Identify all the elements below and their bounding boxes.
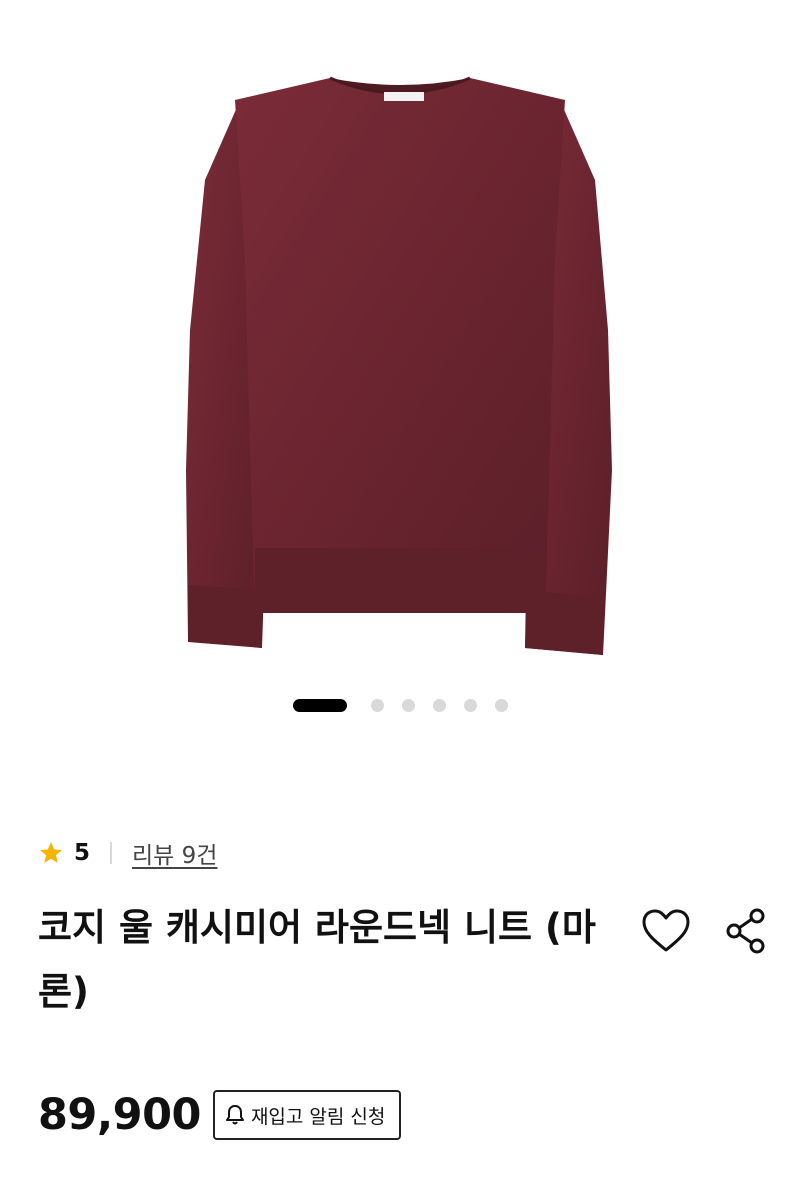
product-image[interactable]: [0, 0, 800, 690]
heart-icon: [642, 909, 690, 952]
share-button[interactable]: [720, 905, 772, 957]
neck-label: [384, 92, 424, 101]
pager-dot[interactable]: [370, 698, 384, 712]
price: 89,900: [38, 1090, 201, 1140]
sweater-illustration: [186, 76, 612, 655]
review-count-link[interactable]: 리뷰 9건: [132, 836, 217, 870]
pager-dot-active[interactable]: [292, 698, 347, 712]
divider: [110, 842, 113, 864]
pager-dot[interactable]: [401, 698, 415, 712]
wishlist-button[interactable]: [640, 905, 692, 957]
restock-alert-label: 재입고 알림 신청: [250, 1105, 386, 1128]
restock-alert-button[interactable]: 재입고 알림 신청: [212, 1090, 402, 1140]
left-cuff: [188, 585, 262, 648]
title-actions: [640, 905, 772, 957]
pager-dot[interactable]: [432, 698, 446, 712]
share-icon: [726, 908, 765, 954]
pager-dot[interactable]: [494, 698, 508, 712]
rating-row: 5 리뷰 9건: [38, 836, 217, 870]
right-cuff: [525, 590, 603, 655]
rating-value: 5: [74, 840, 91, 866]
star-icon: [40, 842, 62, 863]
image-pager[interactable]: [0, 697, 800, 713]
hem-rib: [255, 548, 545, 613]
price-row: 89,900 재입고 알림 신청: [38, 1090, 402, 1140]
pager-dot[interactable]: [463, 698, 477, 712]
product-title: 코지 울 캐시미어 라운드넥 니트 (마론): [38, 906, 596, 1013]
sweater-body: [235, 78, 565, 610]
bell-icon: [225, 1105, 244, 1125]
